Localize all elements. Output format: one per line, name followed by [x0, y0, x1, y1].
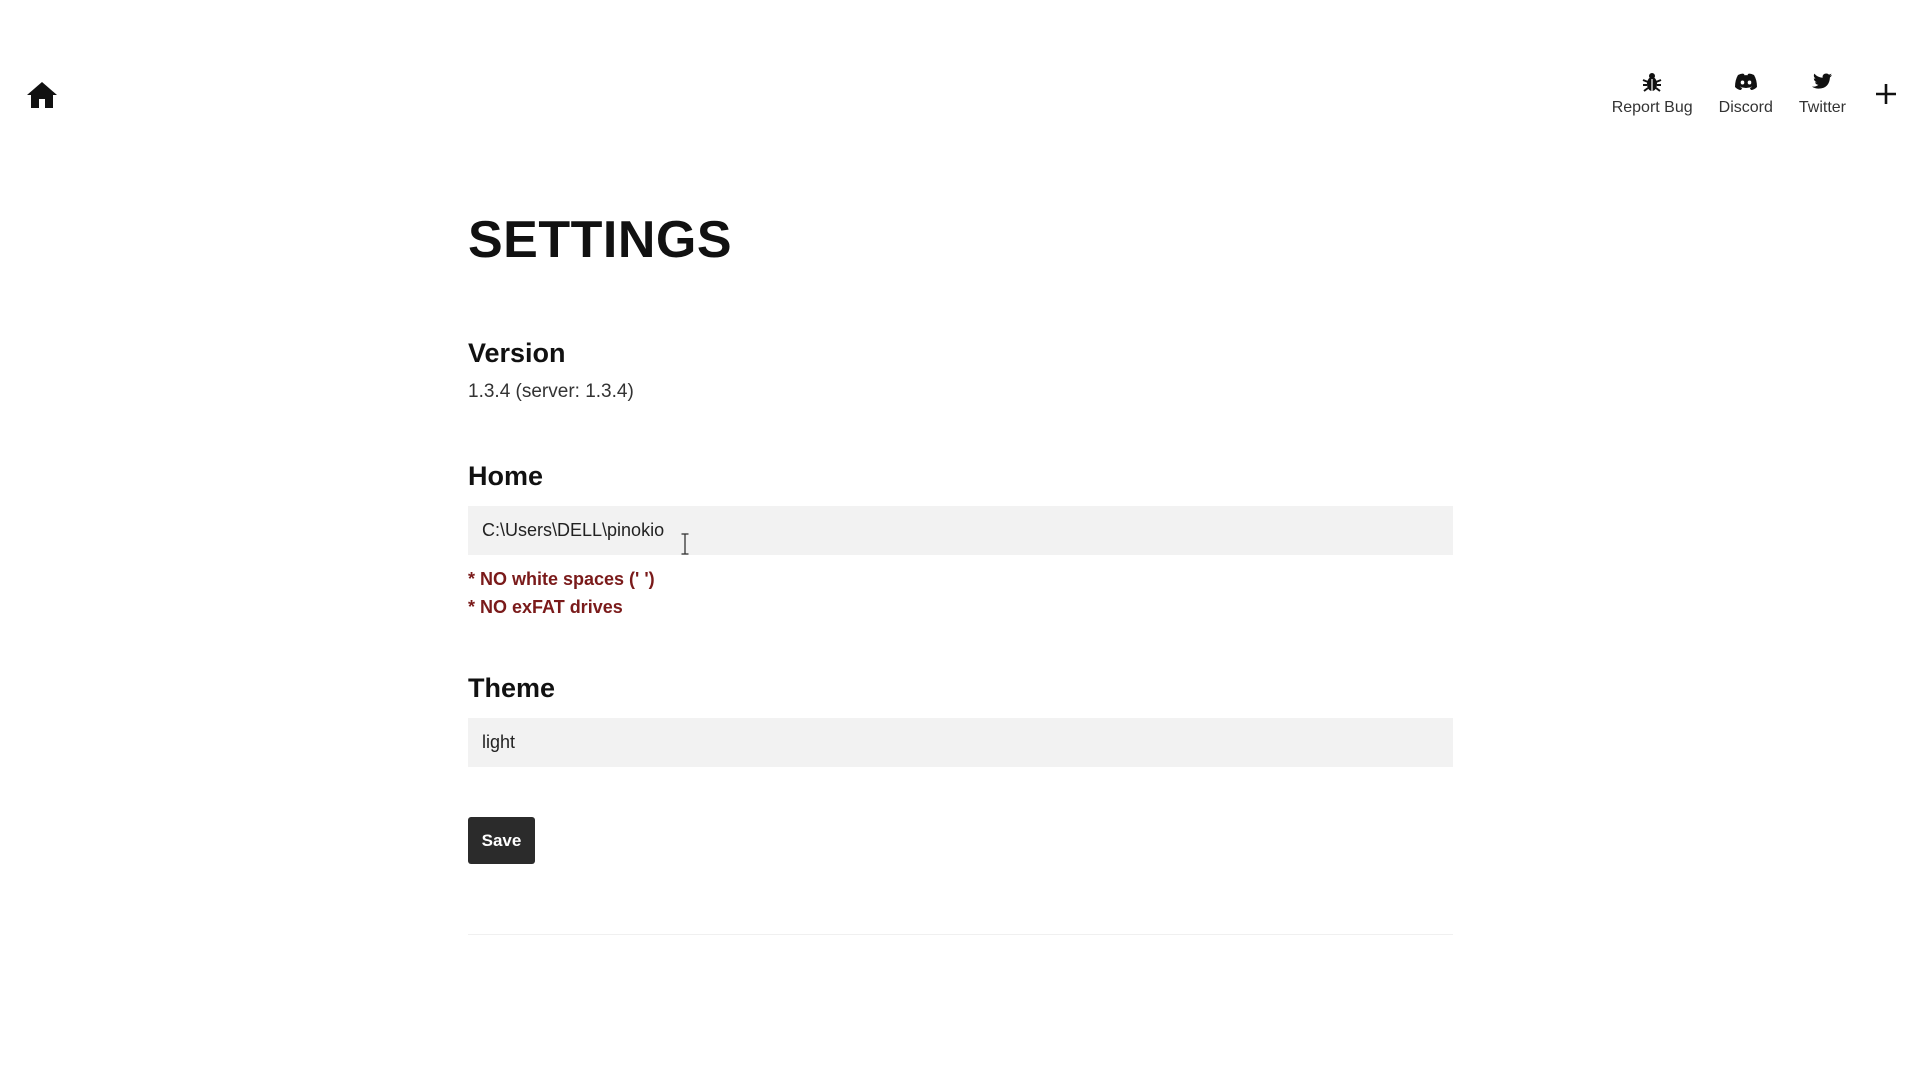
home-label: Home [468, 461, 544, 491]
divider [468, 934, 1453, 935]
theme-section: Theme [468, 673, 1453, 767]
home-path-input[interactable] [468, 506, 1453, 555]
report-bug-label: Report Bug [1611, 99, 1693, 116]
plus-icon[interactable] [1872, 80, 1900, 108]
version-value: 1.3.4 (server: 1.3.4) [468, 381, 634, 402]
twitter-icon [1810, 70, 1834, 94]
version-section: Version 1.3.4 (server: 1.3.4) [468, 338, 1453, 403]
text-cursor-icon [680, 532, 690, 556]
version-label: Version [468, 338, 566, 368]
twitter-link[interactable]: Twitter [1799, 70, 1846, 117]
report-bug-link[interactable]: Report Bug [1612, 70, 1693, 117]
home-section: Home * NO white spaces (' ') * NO exFAT … [468, 461, 1453, 621]
top-navigation: Report Bug Discord Twitter [0, 0, 1920, 190]
discord-label: Discord [1718, 99, 1773, 116]
note-no-exfat: * NO exFAT drives [468, 597, 623, 617]
home-icon[interactable] [26, 80, 58, 110]
home-notes: * NO white spaces (' ') * NO exFAT drive… [468, 565, 1453, 621]
page-title: SETTINGS [468, 211, 733, 269]
theme-input[interactable] [468, 718, 1453, 767]
twitter-label: Twitter [1798, 99, 1846, 116]
discord-link[interactable]: Discord [1719, 70, 1773, 117]
nav-links: Report Bug Discord Twitter [1612, 70, 1900, 117]
settings-panel: SETTINGS Version 1.3.4 (server: 1.3.4) H… [468, 210, 1453, 935]
save-button[interactable]: Save [468, 817, 535, 864]
note-no-white-spaces: * NO white spaces (' ') [468, 569, 655, 589]
theme-label: Theme [468, 673, 556, 703]
discord-icon [1734, 70, 1758, 94]
bug-icon [1640, 70, 1664, 94]
